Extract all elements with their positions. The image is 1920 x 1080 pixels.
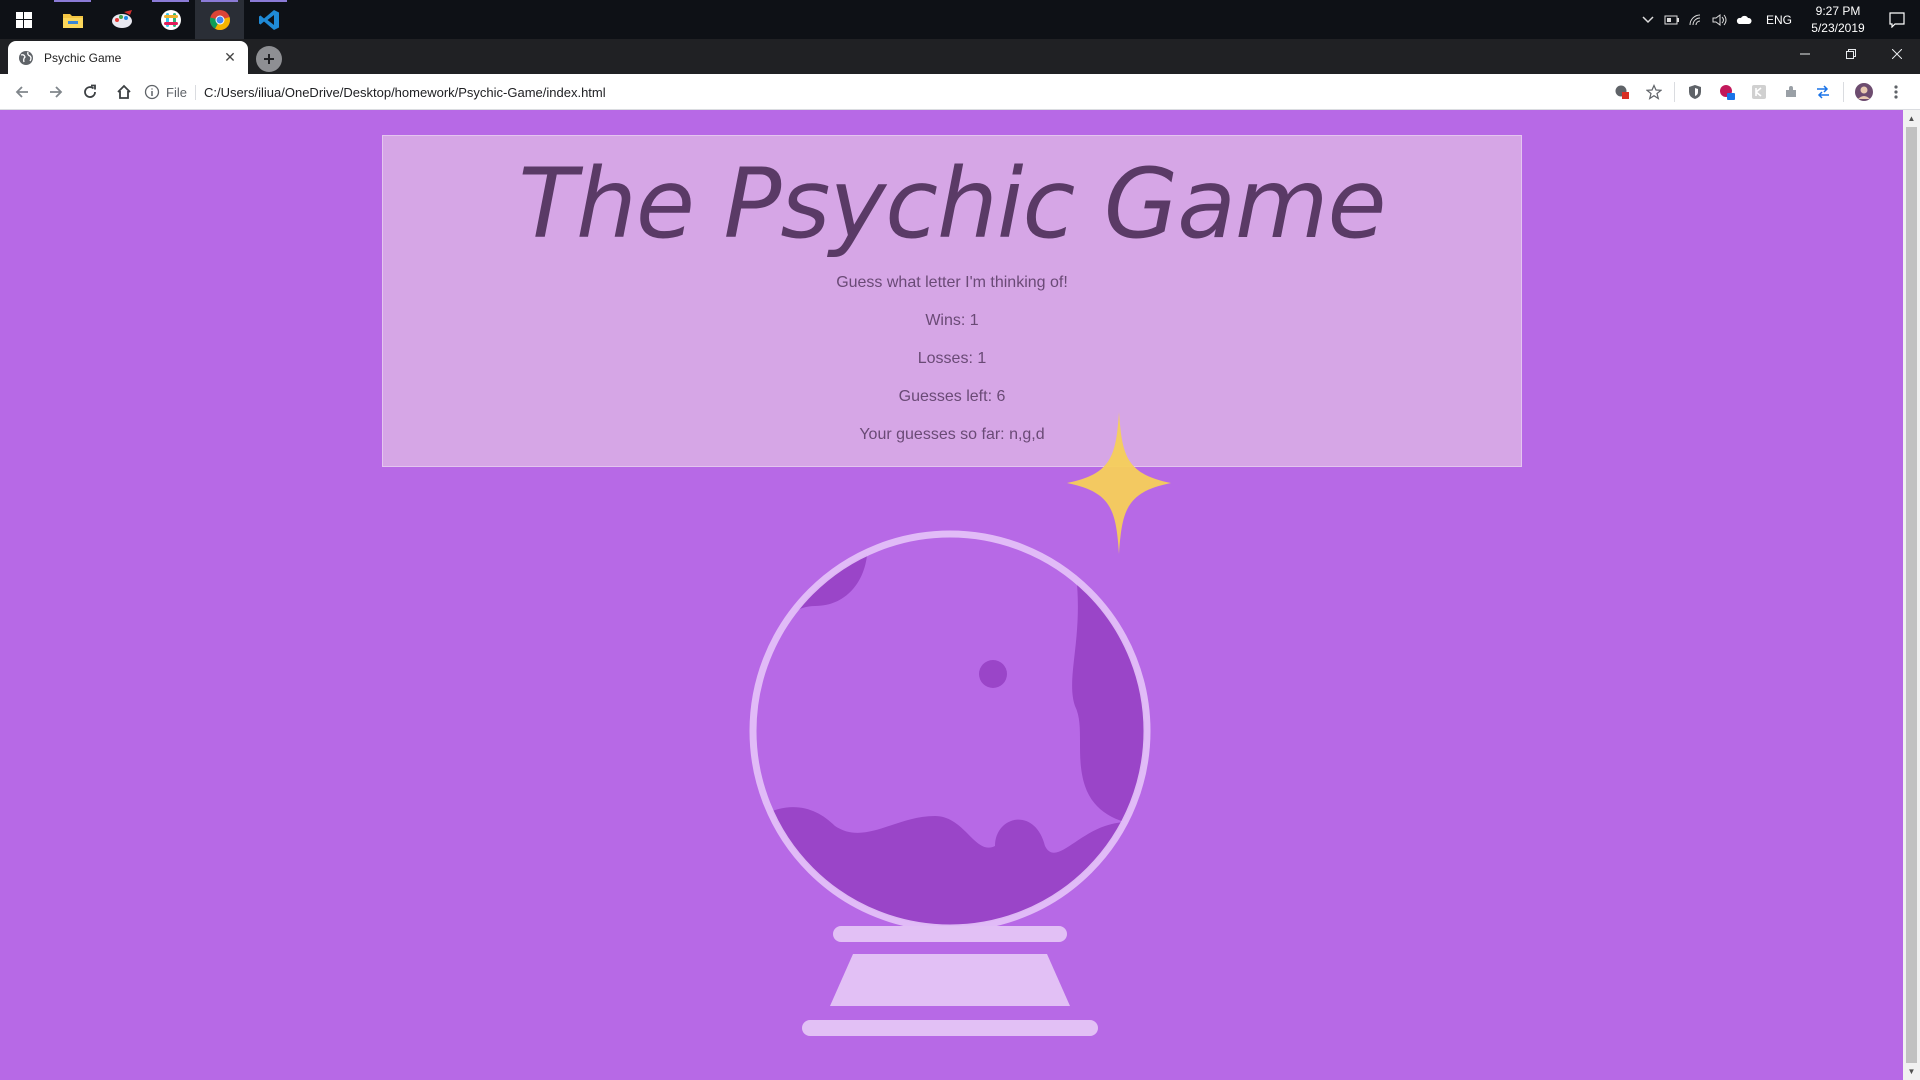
taskbar-vscode[interactable] xyxy=(244,0,293,39)
start-button[interactable] xyxy=(0,0,48,39)
more-menu-button[interactable] xyxy=(1880,76,1912,108)
chrome-icon xyxy=(209,9,230,30)
address-bar[interactable]: File C:/Users/iliua/OneDrive/Desktop/hom… xyxy=(144,77,1614,107)
crystal-ball-icon xyxy=(749,530,1151,1036)
tab-close-icon[interactable]: ✕ xyxy=(222,49,238,66)
swap-arrows-icon[interactable] xyxy=(1807,76,1839,108)
minimize-button[interactable] xyxy=(1782,39,1828,68)
minimize-icon xyxy=(1800,53,1810,54)
windows-logo-icon xyxy=(16,11,32,28)
browser-toolbar: File C:/Users/iliua/OneDrive/Desktop/hom… xyxy=(0,74,1920,110)
taskbar-slack[interactable] xyxy=(146,0,195,39)
vscode-icon xyxy=(258,9,279,30)
avatar-icon xyxy=(1855,83,1873,101)
battery-icon[interactable] xyxy=(1660,0,1684,39)
guesses-so-far: Your guesses so far: n,g,d xyxy=(859,426,1045,443)
restore-icon xyxy=(1846,48,1856,59)
arrow-right-icon xyxy=(50,85,63,98)
notification-icon xyxy=(1889,11,1905,28)
folder-icon xyxy=(62,13,83,28)
window-controls xyxy=(1782,39,1920,68)
forward-button[interactable] xyxy=(40,76,72,108)
taskbar-paint[interactable] xyxy=(97,0,146,39)
system-tray: ENG 9:27 PM 5/23/2019 xyxy=(1636,0,1920,39)
url-text[interactable]: C:/Users/iliua/OneDrive/Desktop/homework… xyxy=(204,85,606,100)
paint-icon xyxy=(111,9,132,28)
page-viewport: The Psychic Game Guess what letter I'm t… xyxy=(0,110,1903,1080)
toolbar-divider xyxy=(1843,82,1844,102)
scroll-down-arrow-icon[interactable]: ▼ xyxy=(1903,1063,1920,1080)
clock[interactable]: 9:27 PM 5/23/2019 xyxy=(1802,3,1874,37)
extension-badge-icon[interactable] xyxy=(1711,76,1743,108)
back-button[interactable] xyxy=(6,76,38,108)
taskbar-file-explorer[interactable] xyxy=(48,0,97,39)
clock-time: 9:27 PM xyxy=(1815,3,1861,18)
home-icon xyxy=(117,84,131,99)
tab-psychic-game[interactable]: Psychic Game ✕ xyxy=(8,41,248,74)
plus-icon xyxy=(264,54,274,64)
shield-icon[interactable] xyxy=(1679,76,1711,108)
close-window-button[interactable] xyxy=(1874,39,1920,68)
translate-icon[interactable] xyxy=(1606,76,1638,108)
game-panel: The Psychic Game Guess what letter I'm t… xyxy=(382,135,1522,467)
chevron-up-icon[interactable] xyxy=(1636,0,1660,39)
browser-tab-strip: Psychic Game ✕ xyxy=(0,39,1920,74)
puzzle-extension-icon[interactable] xyxy=(1775,76,1807,108)
guesses-left-counter: Guesses left: 6 xyxy=(898,388,1006,405)
globe-icon xyxy=(19,50,33,65)
wifi-icon[interactable] xyxy=(1684,0,1708,39)
game-prompt: Guess what letter I'm thinking of! xyxy=(836,274,1068,291)
taskbar-chrome[interactable] xyxy=(195,0,244,39)
clock-date: 5/23/2019 xyxy=(1811,20,1865,35)
kebab-menu-icon xyxy=(1894,85,1898,99)
wins-counter: Wins: 1 xyxy=(925,312,979,329)
notification-center-button[interactable] xyxy=(1874,0,1920,39)
language-indicator[interactable]: ENG xyxy=(1756,13,1802,27)
close-icon xyxy=(1892,48,1902,59)
slack-icon xyxy=(160,9,181,30)
bookmark-star-icon[interactable] xyxy=(1638,76,1670,108)
game-title: The Psychic Game xyxy=(518,148,1386,260)
info-icon[interactable] xyxy=(144,84,160,100)
url-scheme-label: File xyxy=(166,84,196,100)
home-button[interactable] xyxy=(108,76,140,108)
tab-title: Psychic Game xyxy=(44,50,122,65)
scrollbar-thumb[interactable] xyxy=(1906,127,1917,1063)
profile-avatar[interactable] xyxy=(1848,76,1880,108)
restore-button[interactable] xyxy=(1828,39,1874,68)
vertical-scrollbar[interactable]: ▲ ▼ xyxy=(1903,110,1920,1080)
reload-icon xyxy=(84,84,96,98)
toolbar-divider xyxy=(1674,82,1675,102)
k-extension-icon[interactable] xyxy=(1743,76,1775,108)
arrow-left-icon xyxy=(15,85,28,98)
losses-counter: Losses: 1 xyxy=(917,350,987,367)
new-tab-button[interactable] xyxy=(256,46,282,72)
extensions-area xyxy=(1606,74,1912,110)
windows-taskbar: ENG 9:27 PM 5/23/2019 xyxy=(0,0,1920,39)
scroll-up-arrow-icon[interactable]: ▲ xyxy=(1903,110,1920,127)
volume-icon[interactable] xyxy=(1708,0,1732,39)
reload-button[interactable] xyxy=(74,76,106,108)
onedrive-cloud-icon[interactable] xyxy=(1732,0,1756,39)
